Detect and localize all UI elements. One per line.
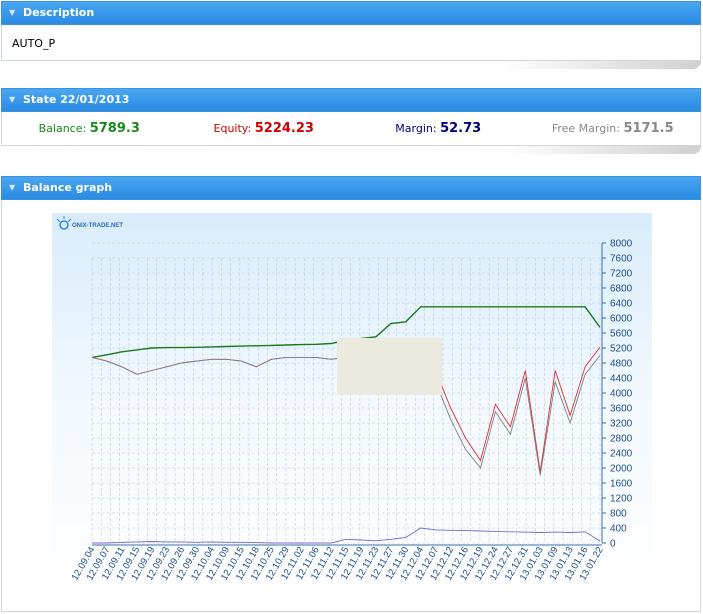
graph-header[interactable]: ▼ Balance graph — [1, 176, 701, 200]
chart-background — [52, 213, 652, 593]
y-tick-label: 4400 — [610, 374, 633, 385]
graph-title: Balance graph — [23, 181, 113, 194]
y-tick-label: 5600 — [610, 329, 633, 340]
y-tick-label: 4000 — [610, 389, 633, 400]
description-title: Description — [23, 6, 95, 19]
free-margin-label: Free Margin: — [551, 122, 620, 135]
y-tick-label: 3200 — [610, 419, 633, 430]
equity-label: Equity: — [213, 122, 252, 135]
y-tick-label: 1600 — [610, 479, 633, 490]
state-title: State 22/01/2013 — [23, 93, 130, 106]
y-tick-label: 7200 — [610, 269, 633, 280]
overlay-box — [337, 338, 442, 395]
chart-svg: ONIX-TRADE.NET 0 400 800 1200 1600 2000 2400 28… — [52, 213, 652, 593]
y-tick-label: 7600 — [610, 254, 633, 265]
description-text: AUTO_P — [12, 37, 56, 50]
state-header[interactable]: ▼ State 22/01/2013 — [1, 88, 701, 112]
y-tick-label: 2400 — [610, 449, 633, 460]
y-tick-label: 6000 — [610, 314, 633, 325]
chevron-down-icon[interactable]: ▼ — [9, 176, 17, 200]
state-panel: ▼ State 22/01/2013 Balance: 5789.3 Equit… — [1, 88, 701, 154]
free-margin-value: 5171.5 — [623, 121, 674, 136]
margin-label: Margin: — [395, 122, 437, 135]
free-margin-stat: Free Margin: 5171.5 — [526, 121, 701, 136]
logo-text: ONIX-TRADE.NET — [72, 223, 123, 229]
panel-shadow — [501, 146, 701, 154]
state-body: Balance: 5789.3 Equity: 5224.23 Margin: … — [1, 112, 701, 146]
margin-stat: Margin: 52.73 — [351, 121, 526, 136]
balance-value: 5789.3 — [89, 121, 140, 136]
balance-label: Balance: — [38, 122, 87, 135]
y-tick-label: 2000 — [610, 464, 633, 475]
y-tick-label: 2800 — [610, 434, 633, 445]
y-tick-label: 800 — [610, 509, 627, 520]
description-body: AUTO_P — [1, 25, 701, 61]
chevron-down-icon[interactable]: ▼ — [9, 88, 17, 112]
y-tick-label: 0 — [610, 539, 616, 550]
balance-stat: Balance: 5789.3 — [2, 121, 177, 136]
y-tick-label: 6400 — [610, 299, 633, 310]
margin-value: 52.73 — [440, 121, 482, 136]
y-tick-label: 400 — [610, 524, 627, 535]
description-panel: ▼ Description AUTO_P — [1, 1, 701, 69]
y-tick-label: 8000 — [610, 239, 633, 250]
equity-value: 5224.23 — [254, 121, 314, 136]
y-tick-label: 4800 — [610, 359, 633, 370]
chevron-down-icon[interactable]: ▼ — [9, 1, 17, 25]
panel-shadow — [501, 61, 701, 69]
y-tick-label: 1200 — [610, 494, 633, 505]
y-tick-label: 6800 — [610, 284, 633, 295]
equity-stat: Equity: 5224.23 — [177, 121, 352, 136]
description-header[interactable]: ▼ Description — [1, 1, 701, 25]
y-tick-label: 3600 — [610, 404, 633, 415]
y-tick-label: 5200 — [610, 344, 633, 355]
balance-chart: ONIX-TRADE.NET 0 400 800 1200 1600 2000 2400 28… — [52, 213, 652, 593]
